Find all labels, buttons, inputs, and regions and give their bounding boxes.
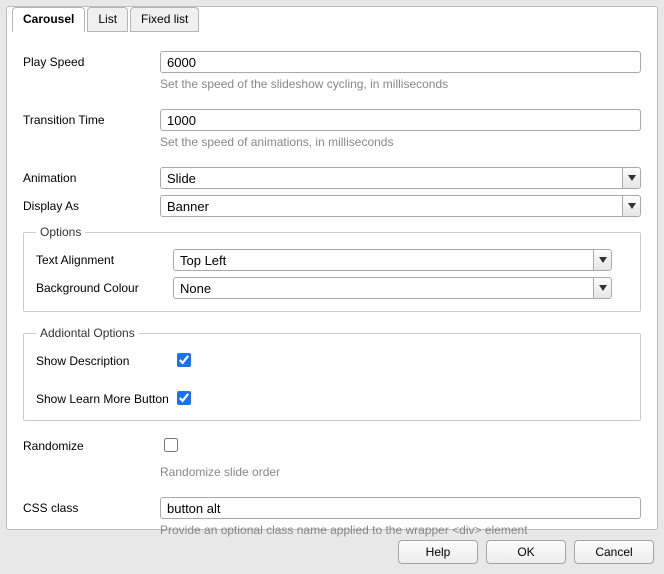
chevron-down-icon [593, 250, 611, 270]
play-speed-hint: Set the speed of the slideshow cycling, … [160, 77, 641, 91]
show-learn-more-checkbox[interactable] [177, 391, 191, 405]
transition-time-input[interactable] [160, 109, 641, 131]
show-learn-more-label: Show Learn More Button [36, 388, 173, 406]
animation-label: Animation [23, 167, 160, 185]
tab-carousel[interactable]: Carousel [12, 7, 85, 32]
play-speed-input[interactable] [160, 51, 641, 73]
tab-fixed-list[interactable]: Fixed list [130, 7, 199, 32]
chevron-down-icon [593, 278, 611, 298]
background-colour-label: Background Colour [36, 277, 173, 295]
chevron-down-icon [622, 168, 640, 188]
animation-select[interactable]: Slide [160, 167, 641, 189]
randomize-hint: Randomize slide order [160, 465, 641, 479]
display-as-select[interactable]: Banner [160, 195, 641, 217]
options-group: Options Text Alignment Top Left Backgrou… [23, 225, 641, 312]
dialog-button-bar: Help OK Cancel [398, 540, 654, 564]
text-alignment-label: Text Alignment [36, 249, 173, 267]
show-description-label: Show Description [36, 350, 173, 368]
background-colour-select[interactable]: None [173, 277, 612, 299]
play-speed-label: Play Speed [23, 51, 160, 69]
css-class-label: CSS class [23, 497, 160, 515]
text-alignment-select[interactable]: Top Left [173, 249, 612, 271]
transition-time-hint: Set the speed of animations, in millisec… [160, 135, 641, 149]
css-class-input[interactable] [160, 497, 641, 519]
chevron-down-icon [622, 196, 640, 216]
show-description-checkbox[interactable] [177, 353, 191, 367]
text-alignment-value: Top Left [174, 250, 593, 270]
animation-value: Slide [161, 168, 622, 188]
css-class-hint: Provide an optional class name applied t… [160, 523, 641, 537]
settings-panel: Carousel List Fixed list Play Speed Set … [6, 6, 658, 530]
randomize-checkbox[interactable] [164, 438, 178, 452]
additional-options-legend: Addiontal Options [36, 326, 139, 340]
transition-time-label: Transition Time [23, 109, 160, 127]
background-colour-value: None [174, 278, 593, 298]
cancel-button[interactable]: Cancel [574, 540, 654, 564]
help-button[interactable]: Help [398, 540, 478, 564]
options-legend: Options [36, 225, 85, 239]
ok-button[interactable]: OK [486, 540, 566, 564]
tab-list[interactable]: List [87, 7, 128, 32]
display-as-label: Display As [23, 195, 160, 213]
display-as-value: Banner [161, 196, 622, 216]
randomize-label: Randomize [23, 435, 160, 453]
additional-options-group: Addiontal Options Show Description Show … [23, 326, 641, 421]
tabs-row: Carousel List Fixed list [12, 6, 201, 31]
